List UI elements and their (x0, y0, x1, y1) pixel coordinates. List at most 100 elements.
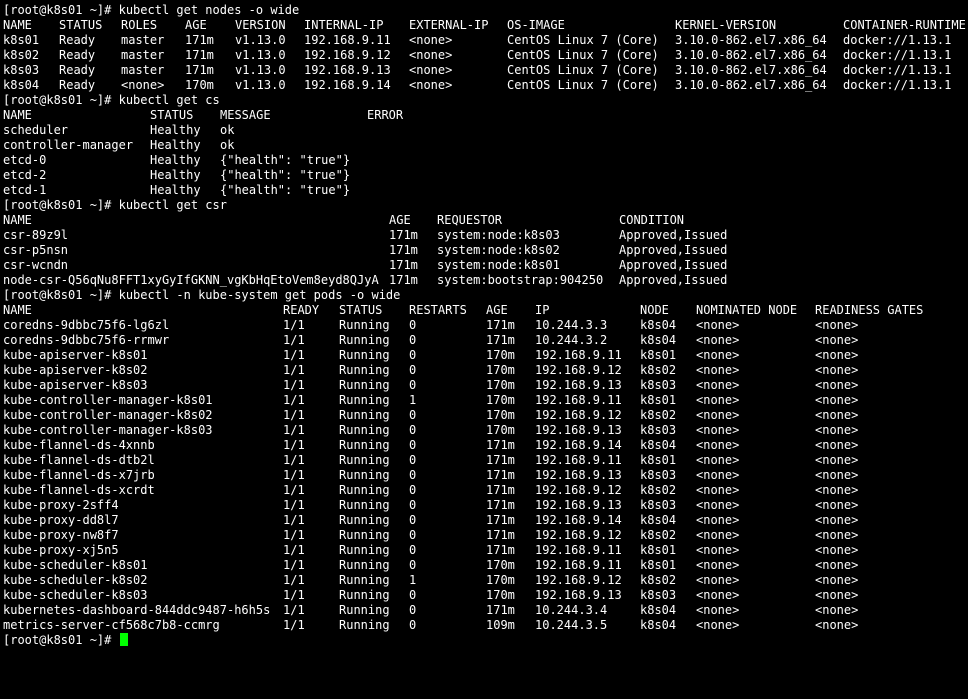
table-cell: 170m (486, 378, 515, 392)
table-cell: Running (339, 423, 390, 437)
table-cell: system:node:k8s01 (437, 258, 560, 272)
table-cell: NOMINATED NODE (696, 303, 798, 317)
table-cell: NODE (640, 303, 669, 317)
table-cell: REQUESTOR (437, 213, 503, 227)
shell-prompt: [root@k8s01 ~]# (3, 633, 112, 647)
table-cell: Approved,Issued (619, 258, 728, 272)
table-row: controller-manager Healthy ok (3, 138, 968, 153)
table-cell: docker://1.13.1 (843, 78, 952, 92)
table-cell: <none> (815, 528, 859, 542)
table-cell: k8s01 (640, 393, 677, 407)
table-cell: kube-controller-manager-k8s01 (3, 393, 213, 407)
table-cell: 192.168.9.11 (535, 453, 622, 467)
table-cell: <none> (696, 423, 740, 437)
table-cell: Approved,Issued (619, 273, 728, 287)
table-cell: 1 (409, 573, 417, 587)
table-cell: 1/1 (283, 408, 305, 422)
table-cell: 170m (486, 393, 515, 407)
table-row: kube-apiserver-k8s01 1/1 Running 0 170m 192.1… (3, 348, 968, 363)
table-cell: 192.168.9.11 (535, 393, 622, 407)
table-row: etcd-1 Healthy {"health": "true"} (3, 183, 968, 198)
table-cell: KERNEL-VERSION (675, 18, 777, 32)
table-cell: 0 (409, 483, 417, 497)
table-cell: 171m (389, 273, 418, 287)
table-cell: 0 (409, 348, 417, 362)
table-cell: 0 (409, 363, 417, 377)
table-cell: k8s04 (640, 603, 677, 617)
table-cell: 1/1 (283, 543, 305, 557)
table-cell: v1.13.0 (235, 78, 286, 92)
table-row: kube-proxy-nw8f7 1/1 Running 0 171m 192.168.9… (3, 528, 968, 543)
table-cell: CentOS Linux 7 (Core) (507, 48, 659, 62)
table-cell: 192.168.9.13 (535, 498, 622, 512)
table-cell: 192.168.9.13 (535, 423, 622, 437)
table-cell: CentOS Linux 7 (Core) (507, 63, 659, 77)
table-cell: 0 (409, 468, 417, 482)
table-cell: k8s03 (3, 63, 40, 77)
table-cell: k8s01 (640, 558, 677, 572)
terminal-window[interactable]: [root@k8s01 ~]# kubectl get nodes -o wid… (0, 0, 968, 699)
table-cell: k8s04 (640, 513, 677, 527)
table-cell: <none> (815, 408, 859, 422)
table-row: kubernetes-dashboard-844ddc9487-h6h5s 1/1… (3, 603, 968, 618)
table-cell: 1/1 (283, 588, 305, 602)
table-cell: system:node:k8s03 (437, 228, 560, 242)
table-cell: <none> (815, 348, 859, 362)
table-header-row: NAME STATUS MESSAGE ERROR (3, 108, 968, 123)
table-cell: NAME (3, 303, 32, 317)
table-row: k8s04 Ready <none> 170m v1.13.0 192.168.9.14 <… (3, 78, 968, 93)
table-cell: <none> (696, 498, 740, 512)
table-row: csr-89z9l 171m system:node:k8s03 Approved,I… (3, 228, 968, 243)
table-cell: 0 (409, 618, 417, 632)
table-cell: 171m (486, 318, 515, 332)
active-prompt-line: [root@k8s01 ~]# (3, 633, 968, 648)
table-cell: Running (339, 453, 390, 467)
table-cell: 192.168.9.12 (535, 363, 622, 377)
table-cell: INTERNAL-IP (304, 18, 384, 32)
table-cell: 1/1 (283, 438, 305, 452)
table-cell: 0 (409, 498, 417, 512)
table-cell: csr-wcndn (3, 258, 69, 272)
table-row: kube-controller-manager-k8s01 1/1 Running 1… (3, 393, 968, 408)
table-cell: EXTERNAL-IP (409, 18, 489, 32)
table-cell: <none> (409, 33, 453, 47)
table-cell: 1/1 (283, 573, 305, 587)
table-cell: Running (339, 318, 390, 332)
table-cell: 192.168.9.14 (535, 513, 622, 527)
table-cell: <none> (815, 573, 859, 587)
table-cell: k8s02 (640, 573, 677, 587)
shell-prompt: [root@k8s01 ~]# (3, 93, 112, 107)
table-cell: <none> (696, 513, 740, 527)
table-cell: AGE (486, 303, 508, 317)
table-cell: 1/1 (283, 513, 305, 527)
table-header-row: NAME STATUS ROLES AGE VERSION INTERNAL-IP EXTE… (3, 18, 968, 33)
table-cell: AGE (185, 18, 207, 32)
table-cell: 1/1 (283, 423, 305, 437)
table-cell: AGE (389, 213, 411, 227)
table-cell: <none> (815, 543, 859, 557)
table-cell: 1/1 (283, 318, 305, 332)
table-cell: <none> (815, 393, 859, 407)
table-cell: <none> (696, 318, 740, 332)
table-cell: MESSAGE (220, 108, 271, 122)
table-cell: 1/1 (283, 363, 305, 377)
table-cell: 3.10.0-862.el7.x86_64 (675, 78, 827, 92)
table-row: k8s01 Ready master 171m v1.13.0 192.168.9.11 <… (3, 33, 968, 48)
table-cell: <none> (121, 78, 165, 92)
table-cell: kubernetes-dashboard-844ddc9487-h6h5s (3, 603, 271, 617)
table-cell: k8s02 (3, 48, 40, 62)
table-row: k8s03 Ready master 171m v1.13.0 192.168.9.13 <… (3, 63, 968, 78)
table-cell: Running (339, 348, 390, 362)
table-cell: etcd-1 (3, 183, 47, 197)
table-cell: coredns-9dbbc75f6-lg6zl (3, 318, 170, 332)
cursor-block[interactable] (119, 633, 128, 646)
table-header-row: NAME READY STATUS RESTARTS AGE IP NODE NOMINATE… (3, 303, 968, 318)
table-cell: 3.10.0-862.el7.x86_64 (675, 33, 827, 47)
table-cell: Approved,Issued (619, 243, 728, 257)
table-cell: k8s02 (640, 483, 677, 497)
table-cell: controller-manager (3, 138, 134, 152)
table-row: kube-flannel-ds-x7jrb 1/1 Running 0 171m 192.… (3, 468, 968, 483)
table-cell: 192.168.9.13 (535, 468, 622, 482)
table-cell: 1/1 (283, 393, 305, 407)
table-row: kube-controller-manager-k8s03 1/1 Running 0… (3, 423, 968, 438)
